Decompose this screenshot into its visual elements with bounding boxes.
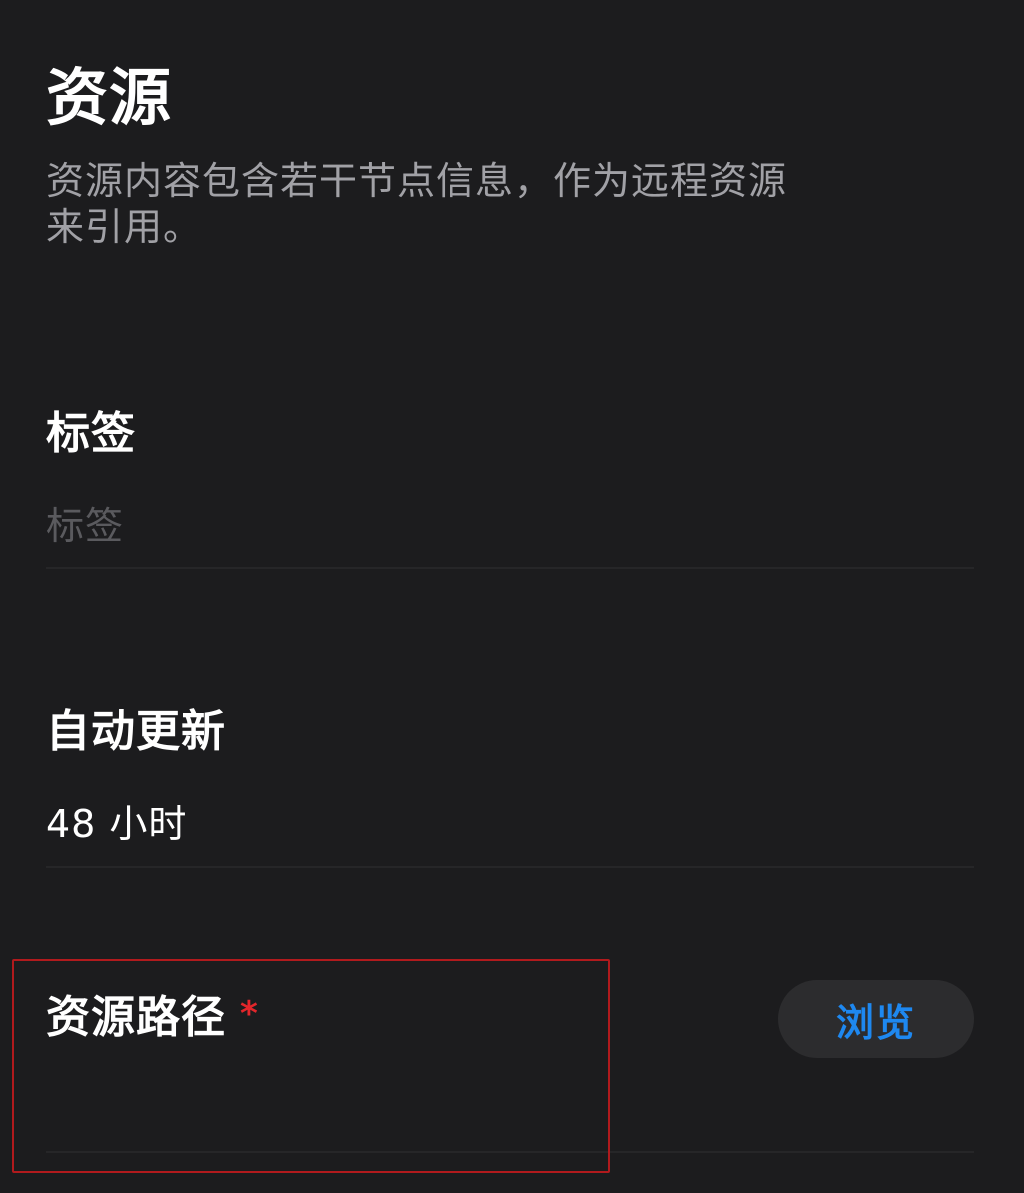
auto-update-value[interactable]: 48 小时 [46, 796, 187, 852]
resource-path-input[interactable] [46, 1082, 746, 1138]
tag-divider [46, 567, 974, 569]
browse-button[interactable]: 浏览 [778, 980, 974, 1058]
page-description-line-2: 来引用。 [46, 205, 203, 249]
required-asterisk: * [240, 994, 259, 1034]
page-title: 资源 [46, 61, 173, 134]
auto-update-label: 自动更新 [46, 706, 226, 757]
page-description-line-1: 资源内容包含若干节点信息，作为远程资源 [46, 159, 788, 203]
resource-path-divider [46, 1151, 974, 1153]
tag-input[interactable] [46, 498, 974, 554]
page-description: 资源内容包含若干节点信息，作为远程资源 来引用。 [46, 158, 846, 250]
resource-path-label: 资源路径 * [46, 990, 259, 1046]
tag-label: 标签 [46, 408, 136, 459]
resource-path-label-text: 资源路径 [46, 992, 226, 1043]
auto-update-divider [46, 866, 974, 868]
